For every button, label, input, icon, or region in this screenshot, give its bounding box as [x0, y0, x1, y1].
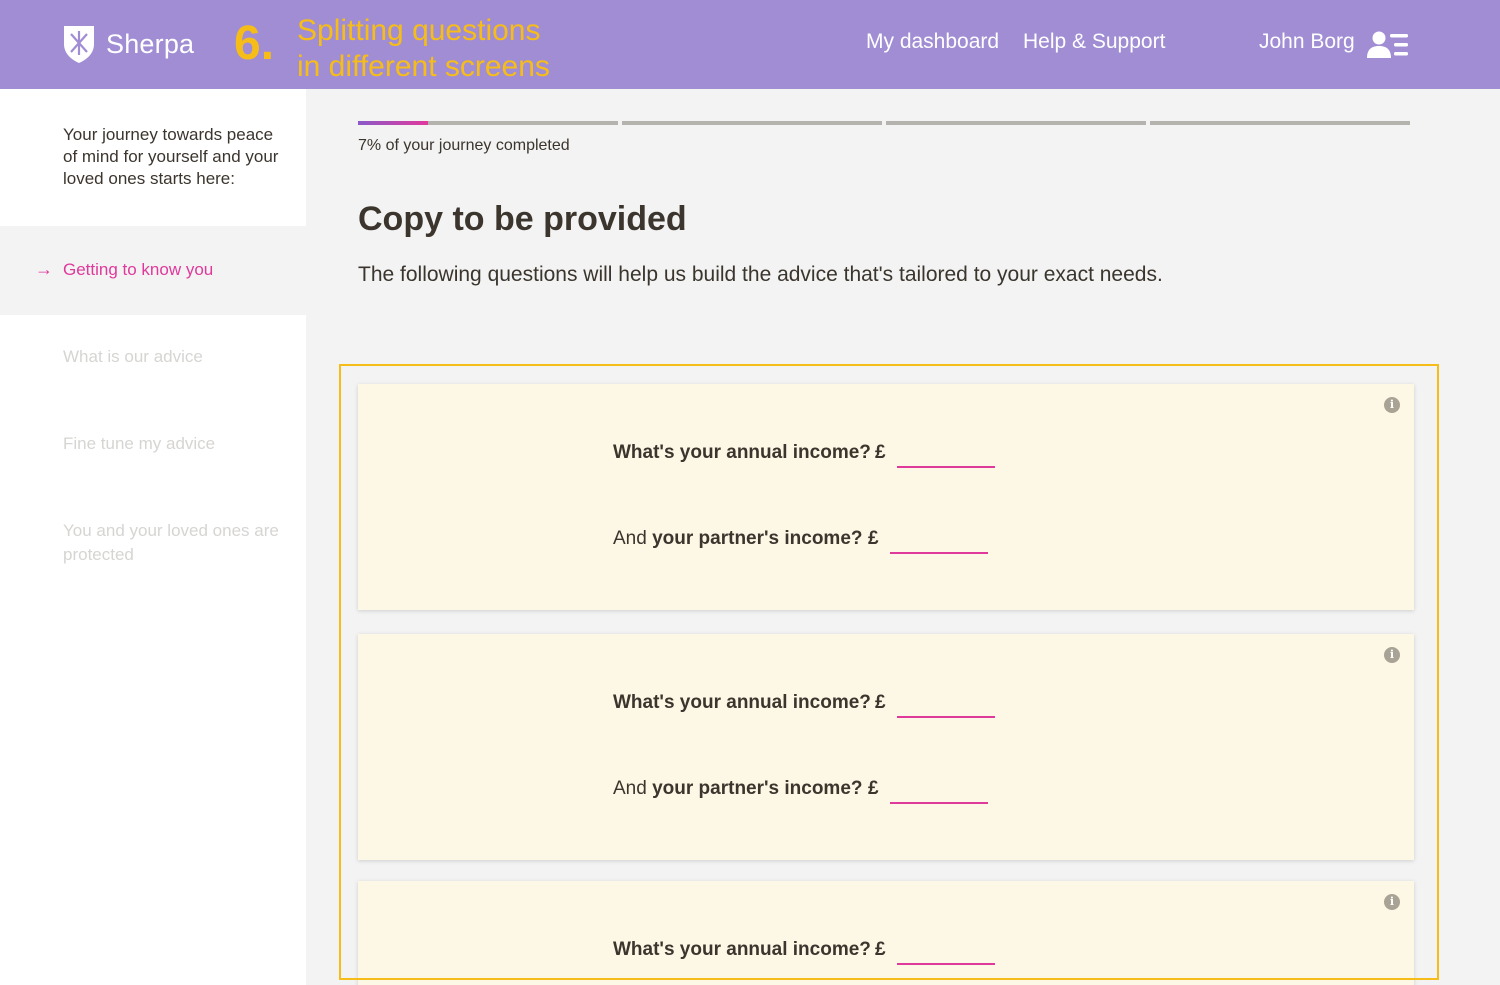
page-title: Copy to be provided: [358, 200, 687, 238]
question-prefix: And: [613, 528, 647, 549]
question-card: i What's your annual income? £ And your …: [358, 384, 1414, 610]
currency-symbol: £: [868, 778, 879, 799]
progress-segment-4: [1150, 121, 1410, 125]
question-partner-income: And your partner's income?: [613, 778, 863, 800]
step-number: 6.: [234, 17, 275, 70]
annual-income-input[interactable]: [897, 937, 995, 965]
step-title-line-1: Splitting questions: [297, 14, 541, 47]
progress-fill: [358, 121, 428, 125]
sidebar-intro: Your journey towards peace of mind for y…: [63, 125, 279, 188]
question-text: your partner's income?: [652, 778, 863, 799]
info-icon[interactable]: i: [1384, 397, 1400, 413]
user-menu-icon[interactable]: [1366, 30, 1410, 60]
user-name[interactable]: John Borg: [1259, 30, 1355, 54]
progress-segment-3: [886, 121, 1146, 125]
sidebar-item-what-is-our-advice[interactable]: What is our advice: [63, 345, 283, 369]
arrow-right-icon: →: [35, 259, 53, 279]
question-annual-income: What's your annual income?: [613, 692, 871, 714]
partner-income-input[interactable]: [890, 526, 988, 554]
question-card: i What's your annual income? £: [358, 881, 1414, 985]
currency-symbol: £: [875, 692, 886, 713]
info-icon[interactable]: i: [1384, 647, 1400, 663]
progress-segment-2: [622, 121, 882, 125]
annual-income-input[interactable]: [897, 440, 995, 468]
question-partner-income: And your partner's income?: [613, 528, 863, 550]
question-text: What's your annual income?: [613, 939, 871, 960]
question-text: What's your annual income?: [613, 692, 871, 713]
brand-name: Sherpa: [106, 28, 195, 59]
progress-text: 7% of your journey completed: [358, 137, 570, 154]
progress-segment-1: [358, 121, 618, 125]
question-annual-income: What's your annual income?: [613, 442, 871, 464]
question-card: i What's your annual income? £ And your …: [358, 634, 1414, 860]
shield-icon: [64, 26, 94, 63]
journey-sidebar: Your journey towards peace of mind for y…: [0, 89, 306, 985]
nav-my-dashboard[interactable]: My dashboard: [866, 30, 999, 54]
top-header: Sherpa 6. Splitting questions in differe…: [0, 0, 1500, 89]
sidebar-item-you-and-your-loved-ones[interactable]: You and your loved ones are protected: [63, 519, 283, 567]
currency-symbol: £: [875, 442, 886, 463]
question-prefix: And: [613, 778, 647, 799]
info-icon[interactable]: i: [1384, 894, 1400, 910]
sidebar-item-fine-tune-my-advice[interactable]: Fine tune my advice: [63, 432, 283, 456]
sidebar-item-label: Getting to know you: [63, 260, 214, 279]
partner-income-input[interactable]: [890, 776, 988, 804]
currency-symbol: £: [875, 939, 886, 960]
currency-symbol: £: [868, 528, 879, 549]
sidebar-item-getting-to-know-you[interactable]: → Getting to know you: [0, 226, 306, 315]
sherpa-logo[interactable]: Sherpa: [62, 24, 194, 64]
question-annual-income: What's your annual income?: [613, 939, 871, 961]
step-title-line-2: in different screens: [297, 50, 550, 83]
annual-income-input[interactable]: [897, 690, 995, 718]
nav-help-support[interactable]: Help & Support: [1023, 30, 1165, 54]
step-title: Splitting questions in different screens: [297, 13, 550, 85]
page-description: The following questions will help us bui…: [358, 263, 1163, 286]
question-text: your partner's income?: [652, 528, 863, 549]
question-text: What's your annual income?: [613, 442, 871, 463]
